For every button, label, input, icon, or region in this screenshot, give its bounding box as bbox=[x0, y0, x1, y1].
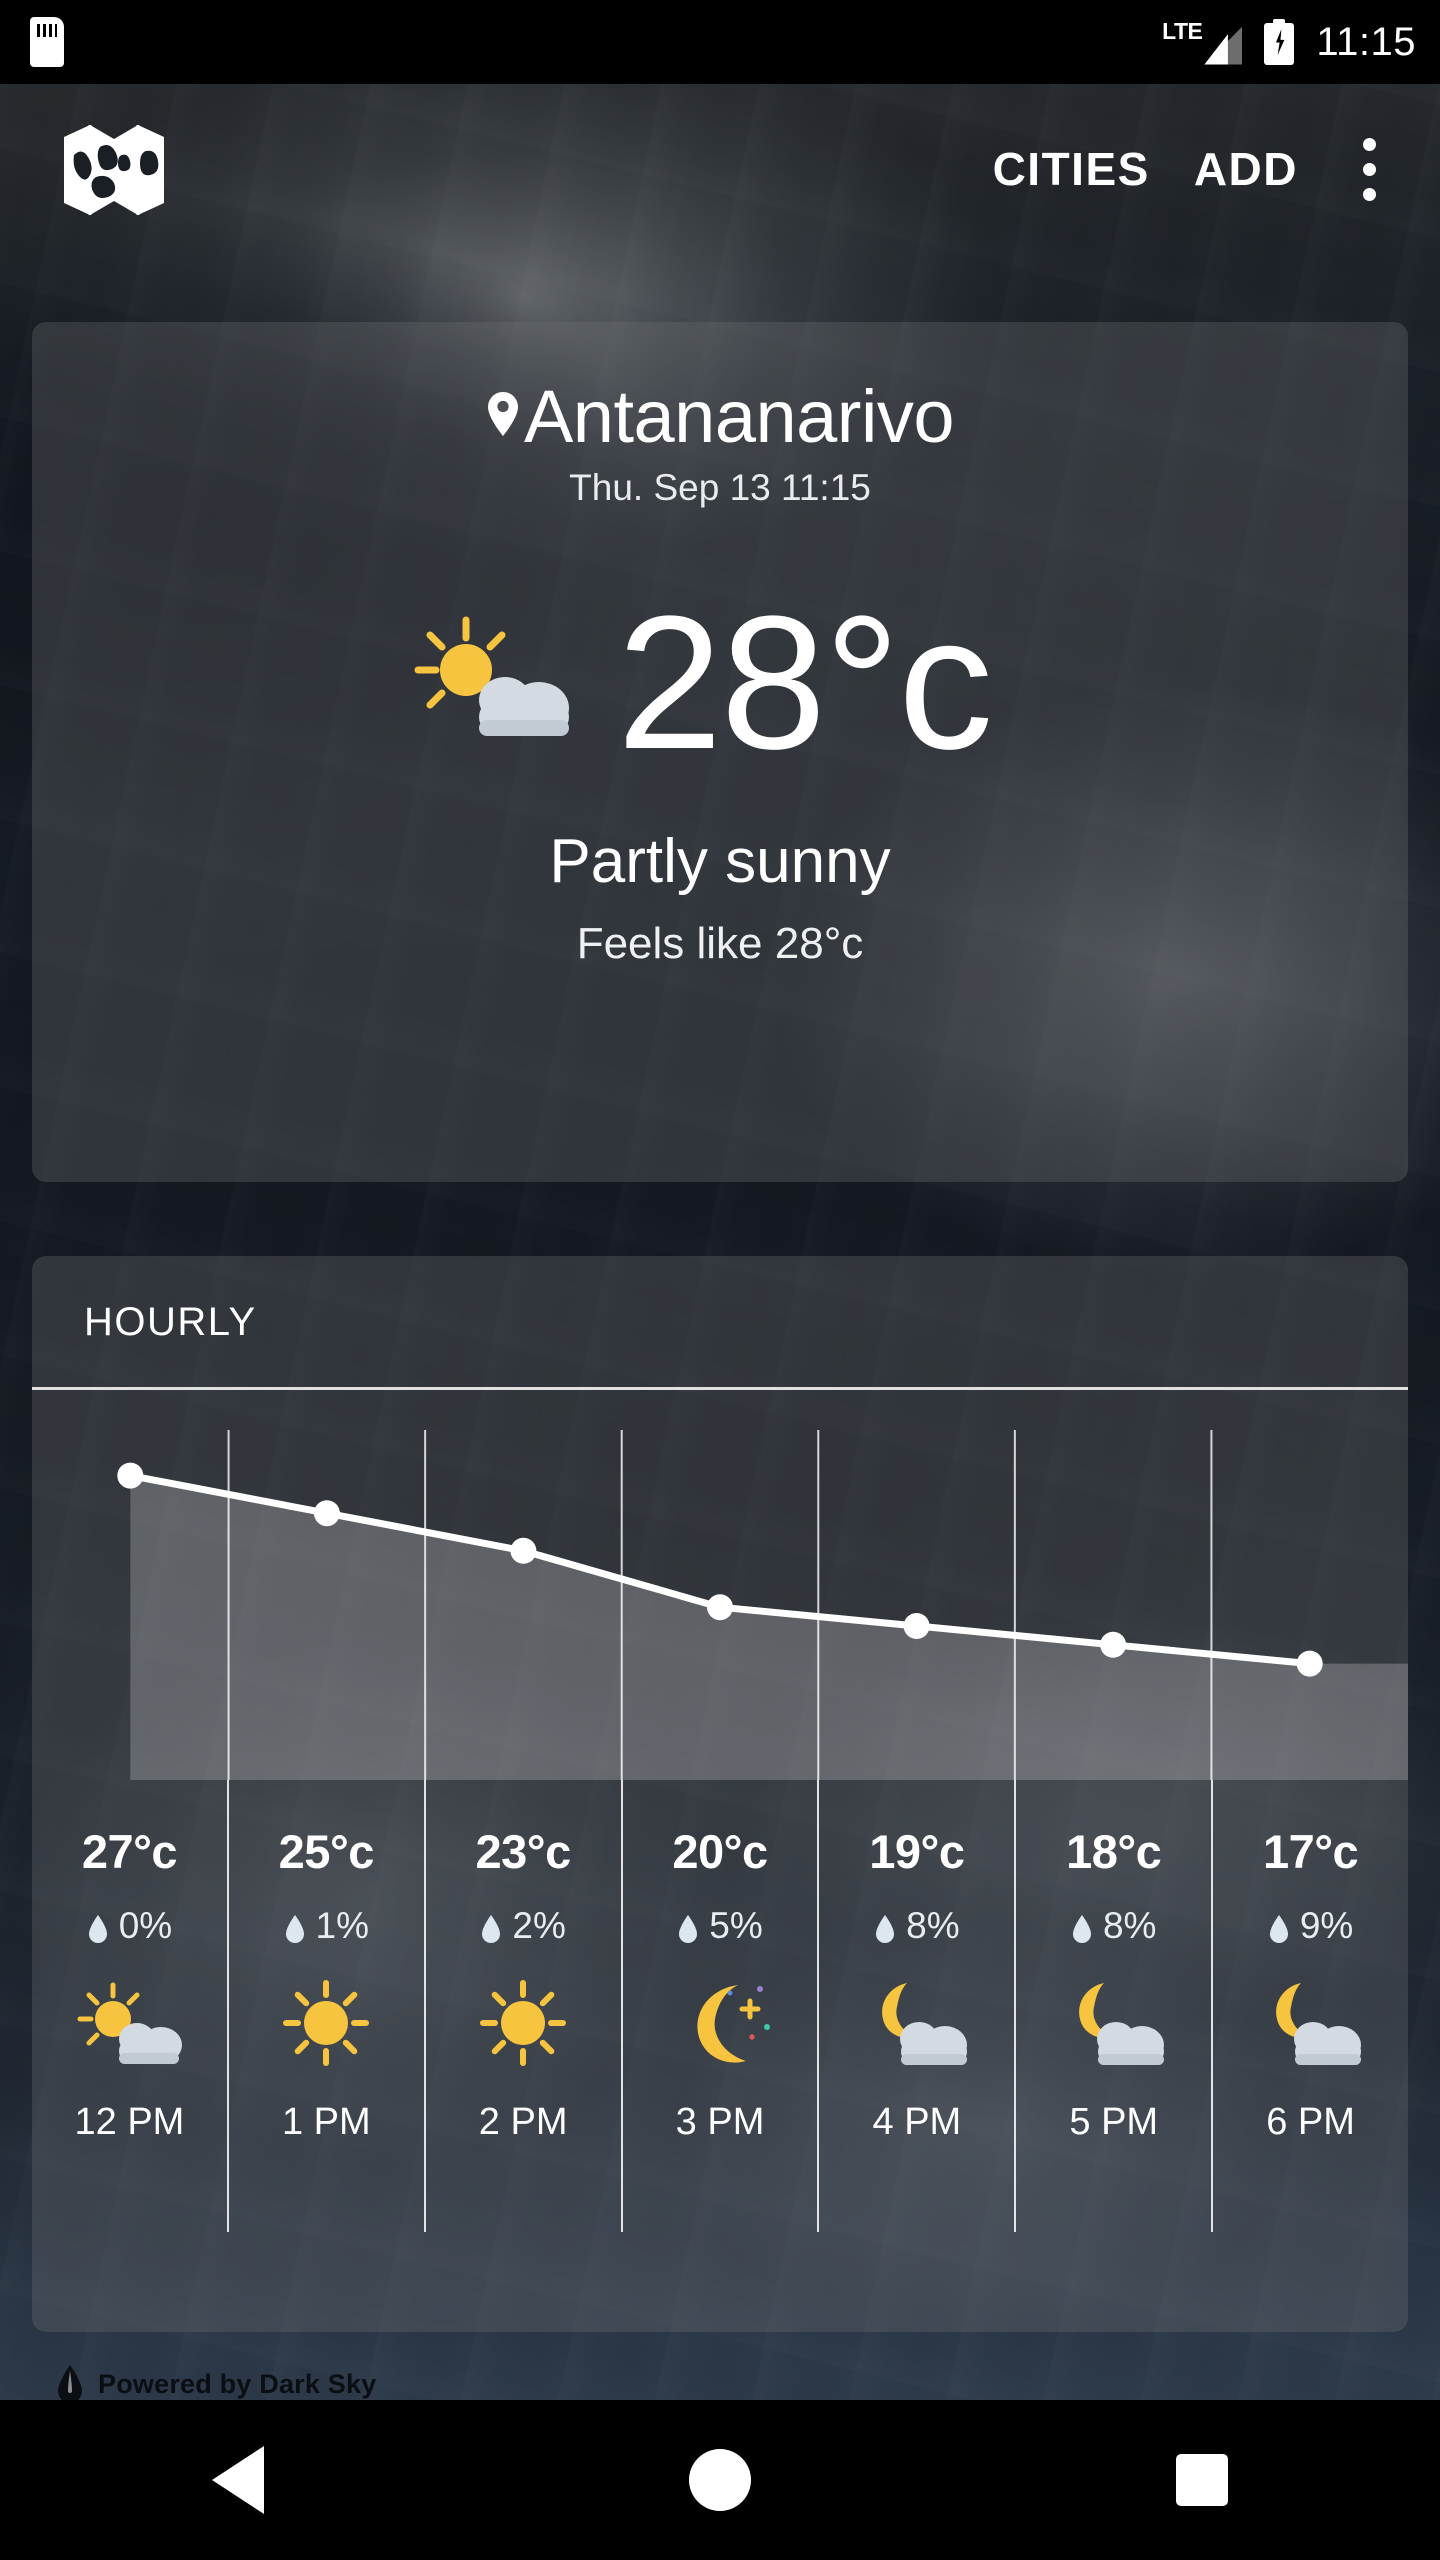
hourly-temperature: 19°c bbox=[869, 1825, 965, 1878]
attribution[interactable]: Powered by Dark Sky bbox=[56, 2364, 376, 2404]
hourly-precipitation-value: 9% bbox=[1299, 1905, 1354, 1946]
partly-cloudy-night-icon bbox=[861, 1975, 973, 2071]
dark-sky-drop-icon bbox=[56, 2364, 84, 2404]
status-bar-clock: 11:15 bbox=[1316, 19, 1416, 64]
clear-night-icon bbox=[664, 1975, 776, 2071]
back-triangle-icon[interactable] bbox=[212, 2446, 265, 2514]
hourly-precipitation-value: 1% bbox=[315, 1905, 370, 1946]
hourly-temperature: 17°c bbox=[1262, 1825, 1359, 1878]
cities-button[interactable]: CITIES bbox=[971, 130, 1172, 208]
hourly-temperature: 20°c bbox=[672, 1825, 768, 1878]
city-name: Antananarivo bbox=[523, 375, 955, 458]
hourly-time: 6 PM bbox=[1266, 2101, 1355, 2143]
map-icon[interactable] bbox=[60, 121, 168, 217]
water-drop-icon bbox=[677, 1911, 699, 1943]
water-drop-icon bbox=[1268, 1911, 1290, 1943]
hourly-precipitation-value: 2% bbox=[512, 1905, 566, 1946]
water-drop-icon bbox=[87, 1911, 109, 1943]
hourly-time: 4 PM bbox=[872, 2101, 962, 2143]
water-drop-icon bbox=[1071, 1911, 1093, 1943]
more-vertical-icon[interactable] bbox=[1334, 121, 1404, 217]
current-condition: Partly sunny bbox=[549, 826, 891, 896]
hourly-forecast-card[interactable]: HOURLY 27°c 0% 12 PM 25°c 1% 1 PM 23°c 2% 2 PM 20… bbox=[32, 1256, 1408, 2332]
hourly-time: 1 PM bbox=[281, 2101, 371, 2143]
hourly-temperature-chart bbox=[117, 1430, 1408, 1780]
battery-charging-icon bbox=[1264, 19, 1295, 65]
water-drop-icon bbox=[284, 1911, 306, 1943]
hourly-section-title: HOURLY bbox=[84, 1300, 257, 1344]
hourly-precipitation: 9% bbox=[1268, 1905, 1353, 1947]
hourly-precipitation: 8% bbox=[1071, 1905, 1156, 1947]
hourly-precipitation: 2% bbox=[480, 1905, 566, 1947]
hourly-temperature: 25°c bbox=[278, 1825, 375, 1878]
sunny-icon bbox=[467, 1975, 579, 2071]
location-pin-icon bbox=[486, 390, 520, 438]
hourly-column[interactable]: 25°c 1% 1 PM bbox=[226, 1780, 424, 2232]
hourly-precipitation: 5% bbox=[677, 1905, 763, 1947]
status-bar-left bbox=[30, 17, 64, 67]
status-bar-right: LTE 11:15 bbox=[1162, 19, 1416, 65]
current-datetime: Thu. Sep 13 11:15 bbox=[569, 467, 871, 508]
hourly-temperature: 18°c bbox=[1066, 1825, 1162, 1878]
app-bar: CITIES ADD bbox=[0, 84, 1440, 254]
status-bar: LTE 11:15 bbox=[0, 0, 1440, 84]
hourly-column[interactable]: 27°c 0% 12 PM bbox=[32, 1780, 227, 2232]
current-weather-card[interactable]: Antananarivo Thu. Sep 13 11:15 28°c Part… bbox=[32, 322, 1408, 1182]
hourly-time: 2 PM bbox=[478, 2101, 568, 2143]
hourly-column[interactable]: 20°c 5% 3 PM bbox=[620, 1780, 818, 2232]
sunny-icon bbox=[270, 1975, 382, 2071]
hourly-time: 12 PM bbox=[74, 2101, 185, 2143]
recents-square-icon[interactable] bbox=[1175, 2454, 1228, 2506]
hourly-temperature: 23°c bbox=[475, 1825, 572, 1878]
add-button[interactable]: ADD bbox=[1172, 130, 1320, 208]
city-row: Antananarivo bbox=[32, 374, 1408, 459]
android-nav-bar bbox=[0, 2400, 1440, 2560]
hourly-precipitation-value: 5% bbox=[709, 1905, 763, 1946]
hourly-time: 5 PM bbox=[1069, 2101, 1159, 2143]
sd-card-icon bbox=[30, 17, 64, 67]
temperature-row: 28°c bbox=[32, 577, 1408, 789]
hourly-column[interactable]: 17°c 9% 6 PM bbox=[1211, 1780, 1408, 2232]
home-circle-icon[interactable] bbox=[688, 2449, 751, 2511]
hourly-precipitation-value: 8% bbox=[906, 1905, 960, 1946]
hourly-body: 27°c 0% 12 PM 25°c 1% 1 PM 23°c 2% 2 PM 20°c 5% 3 P… bbox=[32, 1390, 1408, 2310]
water-drop-icon bbox=[874, 1911, 896, 1943]
attribution-text: Powered by Dark Sky bbox=[98, 2368, 377, 2399]
network-type-label: LTE bbox=[1162, 17, 1203, 44]
signal-indicator: LTE bbox=[1162, 17, 1243, 65]
hourly-precipitation-value: 0% bbox=[118, 1905, 173, 1946]
partly-cloudy-night-icon bbox=[1255, 1975, 1367, 2071]
hourly-column[interactable]: 23°c 2% 2 PM bbox=[423, 1780, 621, 2232]
hourly-precipitation-value: 8% bbox=[1102, 1905, 1157, 1946]
hourly-columns: 27°c 0% 12 PM 25°c 1% 1 PM 23°c 2% 2 PM 20°c 5% 3 P… bbox=[32, 1780, 1408, 2232]
feels-like-text: Feels like 28°c bbox=[576, 918, 864, 968]
hourly-precipitation: 0% bbox=[87, 1905, 172, 1947]
hourly-column[interactable]: 18°c 8% 5 PM bbox=[1014, 1780, 1211, 2232]
hourly-precipitation: 1% bbox=[284, 1905, 369, 1947]
partly-sunny-icon bbox=[409, 608, 599, 758]
partly-cloudy-night-icon bbox=[1058, 1975, 1170, 2071]
hourly-time: 3 PM bbox=[675, 2101, 765, 2143]
hourly-column[interactable]: 19°c 8% 4 PM bbox=[817, 1780, 1014, 2232]
signal-bars-icon bbox=[1204, 26, 1243, 65]
current-temperature: 28°c bbox=[616, 577, 993, 789]
water-drop-icon bbox=[480, 1911, 502, 1943]
hourly-precipitation: 8% bbox=[874, 1905, 960, 1947]
hourly-temperature: 27°c bbox=[81, 1825, 178, 1878]
partly-sunny-icon bbox=[73, 1975, 185, 2071]
phone-screen: LTE 11:15 CITIES ADD Antananarivo Thu. S… bbox=[0, 0, 1440, 2560]
